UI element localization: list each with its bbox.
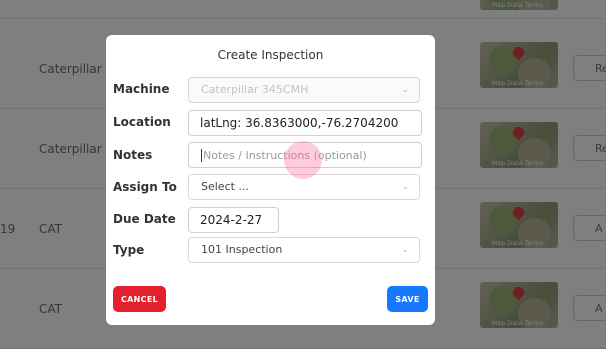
assign-to-value: Select ... (201, 180, 249, 193)
cancel-button[interactable]: CANCEL (113, 286, 166, 312)
type-label: Type (113, 243, 145, 257)
assign-to-label: Assign To (113, 180, 177, 194)
machine-value: Caterpillar 345CMH (201, 83, 309, 96)
due-date-value: 2024-2-27 (200, 213, 263, 227)
save-button[interactable]: SAVE (387, 286, 428, 312)
chevron-down-icon: ⌄ (401, 85, 409, 95)
text-cursor (201, 149, 202, 162)
due-date-input[interactable]: 2024-2-27 (188, 207, 279, 233)
location-label: Location (113, 115, 171, 129)
create-inspection-modal: Create Inspection Machine Caterpillar 34… (106, 35, 435, 325)
machine-select: Caterpillar 345CMH ⌄ (188, 77, 420, 103)
due-date-label: Due Date (113, 212, 176, 226)
machine-label: Machine (113, 82, 170, 96)
type-select[interactable]: 101 Inspection ⌄ (188, 237, 420, 263)
chevron-down-icon: ⌄ (401, 245, 409, 255)
chevron-down-icon: ⌄ (401, 182, 409, 192)
click-indicator (284, 141, 322, 179)
location-value: latLng: 36.8363000,-76.2704200 (200, 116, 399, 130)
modal-title: Create Inspection (217, 48, 324, 62)
notes-label: Notes (113, 148, 153, 162)
location-input[interactable]: latLng: 36.8363000,-76.2704200 (188, 110, 422, 136)
type-value: 101 Inspection (201, 243, 283, 256)
